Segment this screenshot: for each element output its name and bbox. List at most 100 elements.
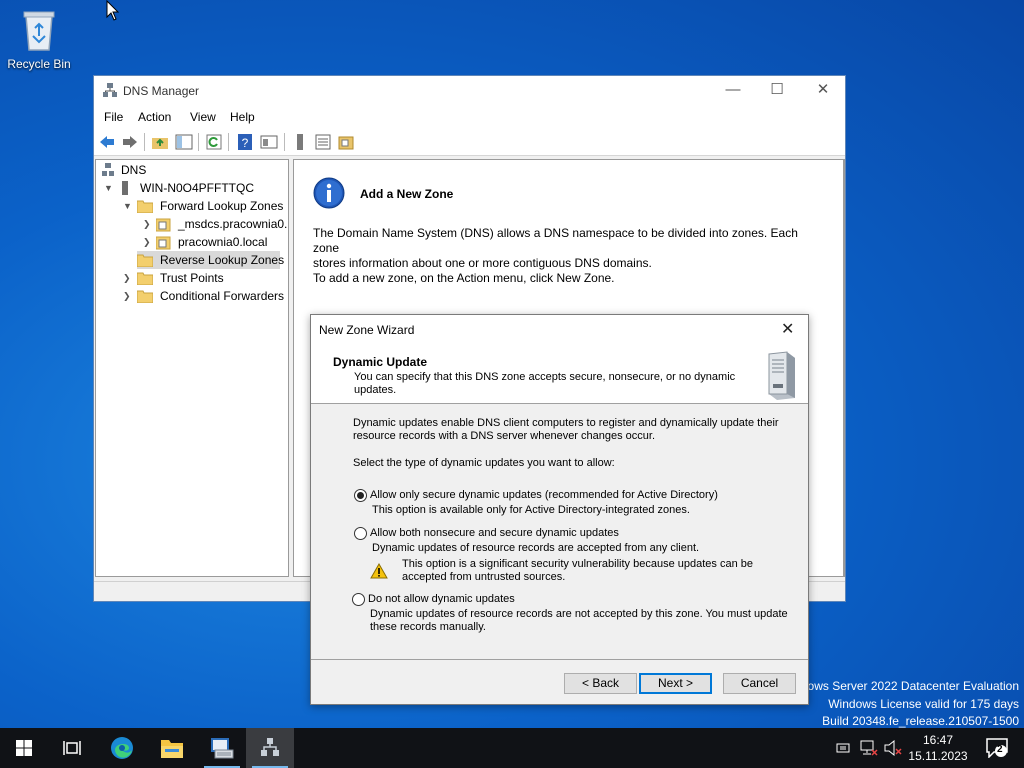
option-desc-line: these records manually.: [370, 621, 486, 633]
properties-icon[interactable]: [260, 133, 278, 151]
file-explorer-taskbar-button[interactable]: [148, 728, 196, 768]
wizard-prompt: Select the type of dynamic updates you w…: [353, 457, 615, 469]
folder-icon: [161, 740, 183, 758]
wizard-intro: Dynamic updates enable DNS client comput…: [353, 417, 779, 443]
back-arrow-icon[interactable]: [98, 133, 116, 151]
tree-label-reverse: Reverse Lookup Zones: [160, 253, 285, 267]
new-zone-icon[interactable]: [337, 133, 355, 151]
description-line: stores information about one or more con…: [313, 256, 652, 270]
clock-time: 16:47: [922, 733, 954, 747]
minimize-button[interactable]: —: [710, 76, 756, 106]
console-tree: DNS ▼ WIN-N0O4PFFTTQC ▼ Forward Lookup Z…: [95, 159, 289, 577]
maximize-button[interactable]: ☐: [754, 76, 800, 106]
edge-taskbar-button[interactable]: [98, 728, 146, 768]
notification-count-badge: 2: [997, 744, 1003, 755]
new-zone-wizard-dialog: New Zone Wizard ✕ Dynamic Update You can…: [310, 314, 809, 705]
list-view-icon[interactable]: [314, 133, 332, 151]
server-manager-taskbar-button[interactable]: [198, 728, 246, 768]
toolbar: ?: [94, 128, 845, 156]
back-button[interactable]: < Back: [564, 673, 637, 694]
menu-bar: File Action View Help: [94, 106, 845, 128]
subheading-line: You can specify that this DNS zone accep…: [354, 371, 736, 383]
dns-app-icon: [103, 83, 117, 97]
dns-icon: [102, 163, 114, 176]
option-no-dynamic-updates-label[interactable]: Do not allow dynamic updates: [368, 593, 515, 606]
menu-help[interactable]: Help: [230, 110, 255, 124]
mouse-cursor-icon: [106, 0, 120, 21]
option-secure-only-desc: This option is available only for Active…: [372, 504, 690, 516]
wizard-header: Dynamic Update You can specify that this…: [311, 344, 808, 404]
svg-text:?: ?: [242, 136, 249, 150]
show-hide-console-tree-icon[interactable]: [175, 133, 193, 151]
watermark-license: Windows License valid for 175 days: [828, 696, 1019, 711]
radio-secure-only[interactable]: [354, 489, 367, 502]
recycle-bin-shortcut[interactable]: Recycle Bin: [4, 6, 74, 71]
watermark-edition: ndows Server 2022 Datacenter Evaluation: [794, 679, 1019, 693]
content-description: The Domain Name System (DNS) allows a DN…: [313, 226, 823, 271]
network-icon[interactable]: [860, 740, 878, 756]
tree-label-trust: Trust Points: [160, 271, 224, 285]
dns-icon: [261, 738, 279, 756]
intro-line: resource records with a DNS server whene…: [353, 430, 656, 442]
edge-icon: [111, 737, 133, 759]
tree-label-forward: Forward Lookup Zones: [160, 199, 284, 213]
tree-label-dns: DNS: [121, 163, 147, 177]
wizard-heading: Dynamic Update: [333, 355, 428, 369]
option-nonsecure-and-secure-label[interactable]: Allow both nonsecure and secure dynamic …: [370, 527, 619, 540]
up-folder-icon[interactable]: [151, 133, 169, 151]
tree-node-reverse-lookup-zones[interactable]: Reverse Lookup Zones: [137, 251, 284, 269]
network-device-icon[interactable]: [836, 741, 852, 755]
radio-no-dynamic-updates[interactable]: [352, 593, 365, 606]
close-window-button[interactable]: ✕: [800, 76, 846, 106]
tree-label-zone-pracownia0: pracownia0.local: [178, 235, 268, 249]
action-center-button[interactable]: 2: [976, 728, 1024, 768]
warning-text: This option is a significant security vu…: [402, 558, 753, 584]
tree-label-conditional: Conditional Forwarders: [160, 289, 285, 303]
warning-icon: [370, 563, 388, 579]
refresh-icon[interactable]: [205, 133, 223, 151]
option-desc-line: Dynamic updates of resource records are …: [370, 608, 788, 620]
wizard-title: New Zone Wizard: [319, 323, 415, 337]
folder-icon: [137, 272, 153, 285]
footer-divider: [311, 659, 808, 660]
chevron-right-icon[interactable]: ❯: [123, 291, 131, 302]
content-title: Add a New Zone: [360, 187, 454, 201]
zone-icon: [156, 218, 171, 232]
forward-arrow-icon[interactable]: [121, 133, 139, 151]
chevron-right-icon[interactable]: ❯: [123, 273, 131, 284]
volume-muted-icon[interactable]: [884, 740, 902, 756]
radio-nonsecure-and-secure[interactable]: [354, 527, 367, 540]
window-titlebar[interactable]: DNS Manager — ☐ ✕: [94, 76, 845, 106]
option-secure-only-label[interactable]: Allow only secure dynamic updates (recom…: [370, 489, 718, 502]
tree-label-zone-msdcs: _msdcs.pracownia0.lo: [178, 217, 289, 231]
taskbar: 2: [0, 728, 1024, 768]
chevron-down-icon[interactable]: ▼: [104, 183, 113, 193]
zone-icon: [156, 236, 171, 250]
folder-icon: [137, 254, 153, 267]
server-tower-icon: [768, 351, 795, 400]
wizard-titlebar[interactable]: New Zone Wizard ✕: [311, 315, 808, 344]
recycle-bin-icon: [23, 11, 55, 51]
tree-label-server: WIN-N0O4PFFTTQC: [140, 181, 254, 195]
close-icon[interactable]: ✕: [781, 319, 794, 339]
server-manager-icon: [211, 738, 234, 759]
content-hint: To add a new zone, on the Action menu, c…: [313, 271, 615, 285]
menu-file[interactable]: File: [104, 110, 123, 124]
windows-logo-icon: [16, 740, 32, 756]
menu-action[interactable]: Action: [138, 110, 171, 124]
chevron-right-icon[interactable]: ❯: [143, 237, 151, 248]
taskbar-clock[interactable]: 16:47 15.11.2023: [905, 732, 971, 764]
help-icon[interactable]: ?: [236, 133, 254, 151]
start-button[interactable]: [0, 728, 48, 768]
windows-watermark: ndows Server 2022 Datacenter Evaluation …: [794, 678, 1019, 731]
menu-view[interactable]: View: [190, 110, 216, 124]
warning-line: accepted from untrusted sources.: [402, 571, 566, 583]
next-button[interactable]: Next >: [639, 673, 712, 694]
cancel-button[interactable]: Cancel: [723, 673, 796, 694]
dns-manager-taskbar-button[interactable]: [246, 728, 294, 768]
server-icon[interactable]: [291, 133, 309, 151]
chevron-down-icon[interactable]: ▼: [123, 201, 132, 211]
task-view-button[interactable]: [48, 728, 96, 768]
chevron-right-icon[interactable]: ❯: [143, 219, 151, 230]
option-no-dynamic-updates-desc: Dynamic updates of resource records are …: [370, 608, 788, 634]
